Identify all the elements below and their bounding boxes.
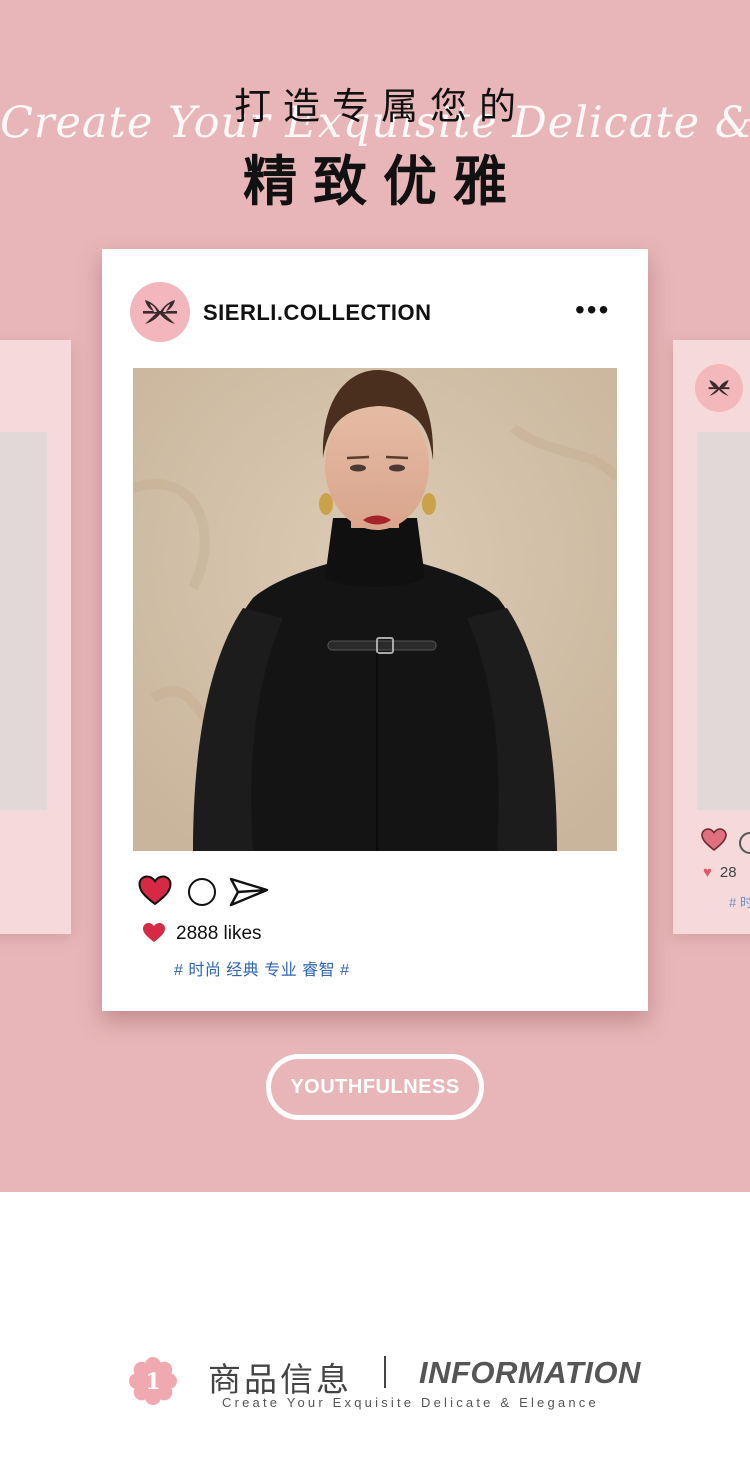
small-heart-icon: ♥ xyxy=(703,864,712,881)
next-post-card[interactable]: ♥ 28 # 时 xyxy=(673,340,750,934)
section-title-cn: 商品信息 xyxy=(208,1360,352,1399)
previous-post-image-placeholder xyxy=(0,432,47,810)
section-title-en: INFORMATION xyxy=(419,1355,641,1390)
brand-logo-icon xyxy=(695,364,743,412)
brand-logo-icon[interactable] xyxy=(130,282,190,342)
youthfulness-button[interactable]: YOUTHFULNESS xyxy=(266,1054,484,1120)
banner-title-main: 精致优雅 xyxy=(243,150,523,213)
post-photo xyxy=(133,368,617,851)
hashtags-partial: # 时 xyxy=(729,895,750,910)
account-handle[interactable]: SIERLI.COLLECTION xyxy=(203,300,432,326)
hashtags[interactable]: # 时尚 经典 专业 睿智 # xyxy=(174,956,350,980)
section-number: 1 xyxy=(145,1369,160,1395)
comment-icon[interactable] xyxy=(188,878,216,906)
next-post-image-placeholder xyxy=(697,432,750,810)
section-divider xyxy=(384,1356,386,1388)
like-heart-icon[interactable] xyxy=(138,875,172,911)
comment-icon[interactable] xyxy=(739,832,750,854)
more-horizontal-icon[interactable]: ••• xyxy=(575,296,610,324)
banner-title-top: 打造专属您的 xyxy=(234,85,528,128)
likes-count: 2888 likes xyxy=(176,923,262,944)
flower-number-badge: 1 xyxy=(128,1356,178,1406)
previous-post-card[interactable] xyxy=(0,340,71,934)
heart-icon[interactable] xyxy=(701,828,727,857)
section-subtitle: Create Your Exquisite Delicate & Eleganc… xyxy=(222,1395,599,1410)
hero-banner: Create Your Exquisite Delicate & Eleganc… xyxy=(0,0,750,1192)
post-card: SIERLI.COLLECTION ••• 2888 likes # 时尚 经典… xyxy=(102,249,648,1011)
share-send-icon[interactable] xyxy=(229,877,269,912)
likes-count-partial: ♥ 28 xyxy=(703,864,737,881)
small-heart-icon xyxy=(142,922,166,948)
